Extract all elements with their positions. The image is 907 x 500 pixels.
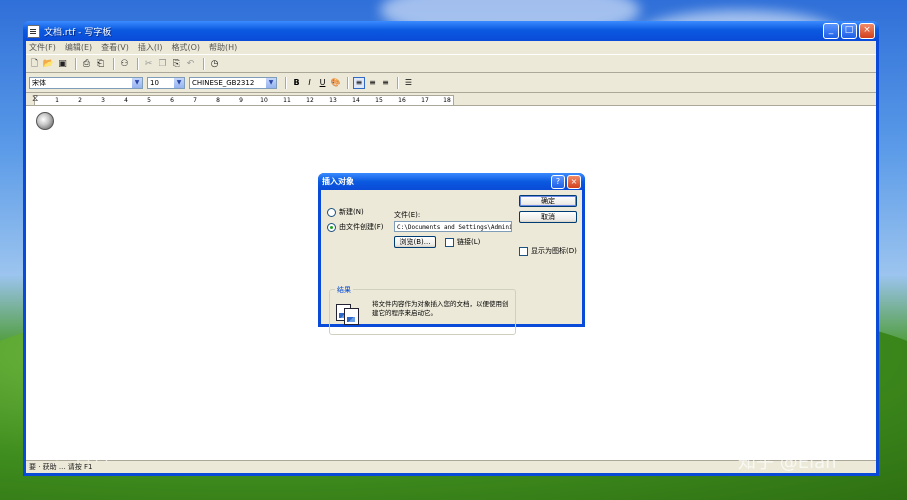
ruler-label: 13	[329, 97, 337, 104]
cancel-button[interactable]: 取消	[519, 211, 577, 223]
dialog-body: 新建(N) 由文件创建(F) 文件(E): C:\Documents and S…	[321, 190, 582, 335]
menu-edit[interactable]: 编辑(E)	[65, 42, 92, 53]
wordpad-app-icon[interactable]	[27, 24, 40, 38]
ruler-label: 18	[443, 97, 451, 104]
checkbox-indicator[interactable]	[445, 237, 454, 247]
toolbar-separator	[397, 76, 399, 89]
file-path-field[interactable]: C:\Documents and Settings\Admini	[394, 221, 512, 232]
ruler-label: 3	[101, 97, 105, 104]
ruler-label: 1	[55, 97, 59, 104]
dialog-title: 插入对象	[322, 177, 354, 186]
radio-from-file[interactable]: 由文件创建(F)	[327, 222, 384, 232]
browse-button[interactable]: 浏览(B)...	[394, 236, 436, 248]
ruler-label: 8	[216, 97, 220, 104]
radio-new[interactable]: 新建(N)	[327, 207, 364, 217]
close-button[interactable]: ×	[859, 23, 875, 39]
ruler-label: 10	[260, 97, 268, 104]
menu-bar: 文件(F) 编辑(E) 查看(V) 插入(I) 格式(O) 帮助(H)	[26, 41, 876, 54]
ruler-label: 2	[78, 97, 82, 104]
ruler-label: 15	[375, 97, 383, 104]
italic-button[interactable]: I	[304, 77, 315, 88]
menu-insert[interactable]: 插入(I)	[138, 42, 163, 53]
ruler-label: 9	[239, 97, 243, 104]
chevron-down-icon[interactable]: ▼	[132, 77, 142, 88]
title-bar[interactable]: 文档.rtf - 写字板 _ □ ×	[23, 21, 879, 41]
dialog-title-bar[interactable]: 插入对象 ? ×	[318, 173, 585, 190]
align-center-icon[interactable]: ≡	[367, 77, 378, 88]
result-document-icon	[336, 304, 359, 325]
ok-button[interactable]: 确定	[519, 195, 577, 207]
radio-new-label: 新建(N)	[339, 208, 364, 216]
bullets-icon[interactable]: ☰	[403, 77, 414, 88]
ruler-label: 16	[398, 97, 406, 104]
underline-button[interactable]: U	[317, 77, 328, 88]
font-value: 宋体	[32, 78, 46, 87]
display-as-icon-label: 显示为图标(D)	[531, 247, 577, 255]
color-icon[interactable]: 🎨	[330, 77, 341, 88]
insert-object-dialog: 插入对象 ? × 新建(N) 由文件创建(F) 文件(E): C:\Docume…	[318, 173, 585, 335]
maximize-button[interactable]: □	[841, 23, 857, 39]
new-icon[interactable]: 🗋	[29, 58, 40, 69]
menu-help[interactable]: 帮助(H)	[209, 42, 237, 53]
font-combo[interactable]: 宋体 ▼	[29, 76, 143, 89]
format-bar: 宋体 ▼ 10 ▼ CHINESE_GB2312 ▼ B I U 🎨 ≡ ≡ ≡…	[26, 73, 876, 93]
help-button[interactable]: ?	[551, 174, 565, 189]
radio-indicator[interactable]	[327, 207, 336, 217]
toolbar-separator	[285, 76, 287, 89]
ruler-label: 7	[193, 97, 197, 104]
embedded-object-icon[interactable]	[36, 112, 54, 130]
bold-button[interactable]: B	[291, 77, 302, 88]
minimize-button[interactable]: _	[823, 23, 839, 39]
ruler-label: 14	[352, 97, 360, 104]
menu-file[interactable]: 文件(F)	[29, 42, 56, 53]
window-title: 文档.rtf - 写字板	[44, 27, 112, 38]
find-icon[interactable]: ⚇	[119, 58, 130, 69]
watermark-right: 知乎 @Elan	[738, 452, 837, 473]
page-shape	[344, 308, 359, 325]
toolbar-separator	[113, 57, 115, 70]
checkbox-indicator[interactable]	[519, 246, 528, 256]
toolbar-separator	[347, 76, 349, 89]
toolbar-separator	[203, 57, 205, 70]
print-preview-icon[interactable]: ⎗	[95, 58, 106, 69]
chevron-down-icon[interactable]: ▼	[174, 77, 184, 88]
copy-icon[interactable]: ❐	[157, 58, 168, 69]
display-as-icon-checkbox[interactable]: 显示为图标(D)	[519, 246, 577, 256]
ruler-label: 6	[170, 97, 174, 104]
undo-icon[interactable]: ↶	[185, 58, 196, 69]
open-icon[interactable]: 📂	[43, 58, 54, 69]
link-label: 链接(L)	[457, 238, 481, 246]
watermark-left: Bai 百科	[40, 444, 111, 465]
dialog-close-button[interactable]: ×	[567, 174, 581, 189]
insert-datetime-icon[interactable]: ◷	[209, 58, 220, 69]
ruler-label: 5	[147, 97, 151, 104]
save-icon[interactable]: ▣	[57, 58, 68, 69]
chevron-down-icon[interactable]: ▼	[266, 77, 276, 88]
ruler-label: 12	[306, 97, 314, 104]
result-title: 结果	[335, 285, 353, 295]
result-group: 结果 将文件内容作为对象插入您的文档，以便使用创建它的程序来启动它。	[329, 285, 516, 335]
align-right-icon[interactable]: ≡	[380, 77, 391, 88]
result-text: 将文件内容作为对象插入您的文档，以便使用创建它的程序来启动它。	[372, 300, 509, 317]
script-value: CHINESE_GB2312	[192, 78, 255, 87]
toolbar-separator	[75, 57, 77, 70]
link-checkbox[interactable]: 链接(L)	[445, 237, 480, 247]
radio-from-file-label: 由文件创建(F)	[339, 223, 384, 231]
toolbar-separator	[137, 57, 139, 70]
paste-icon[interactable]: ⎘	[171, 58, 182, 69]
ruler-label: 11	[283, 97, 291, 104]
cut-icon[interactable]: ✂	[143, 58, 154, 69]
radio-indicator[interactable]	[327, 222, 336, 232]
menu-view[interactable]: 查看(V)	[101, 42, 129, 53]
file-label: 文件(E):	[394, 211, 421, 219]
font-size-combo[interactable]: 10 ▼	[147, 76, 185, 89]
standard-toolbar: 🗋 📂 ▣ ⎙ ⎗ ⚇ ✂ ❐ ⎘ ↶ ◷	[26, 54, 876, 73]
menu-format[interactable]: 格式(O)	[171, 42, 200, 53]
align-left-icon[interactable]: ≡	[353, 76, 365, 89]
ruler-label: 17	[421, 97, 429, 104]
script-combo[interactable]: CHINESE_GB2312 ▼	[189, 76, 277, 89]
ruler-label: 4	[124, 97, 128, 104]
font-size-value: 10	[150, 78, 159, 87]
print-icon[interactable]: ⎙	[81, 58, 92, 69]
